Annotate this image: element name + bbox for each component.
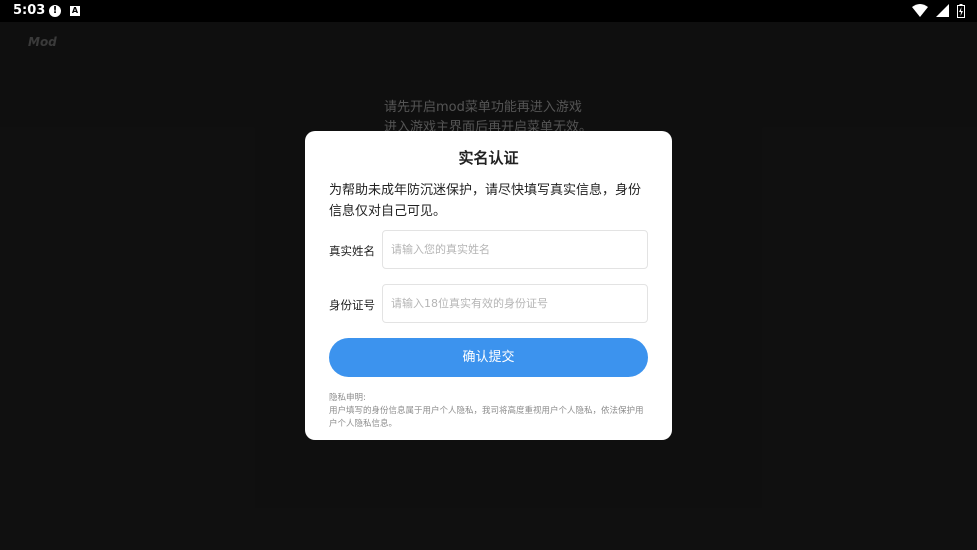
real-name-dialog: 实名认证 为帮助未成年防沉迷保护，请尽快填写真实信息，身份信息仅对自己可见。 真… (305, 131, 672, 440)
signal-icon (935, 4, 949, 17)
battery-icon (957, 4, 965, 18)
real-name-input[interactable] (382, 230, 648, 269)
name-field-label: 真实姓名 (329, 244, 375, 258)
alert-icon: ! (49, 5, 61, 17)
id-number-input[interactable] (382, 284, 648, 323)
id-field-label: 身份证号 (329, 298, 375, 312)
dialog-description: 为帮助未成年防沉迷保护，请尽快填写真实信息，身份信息仅对自己可见。 (329, 183, 642, 219)
privacy-notice: 隐私申明: 用户填写的身份信息属于用户个人隐私，我司将高度重视用户个人隐私，依法… (329, 392, 649, 431)
submit-button[interactable]: 确认提交 (329, 338, 648, 377)
status-bar: 5:03 ! A (0, 0, 977, 22)
a-icon: A (70, 6, 80, 16)
dialog-title: 实名认证 (458, 149, 519, 167)
status-time: 5:03 (13, 3, 46, 18)
status-icons (909, 4, 965, 18)
privacy-title: 隐私申明: (329, 393, 366, 403)
wifi-icon (911, 4, 928, 17)
privacy-text: 用户填写的身份信息属于用户个人隐私，我司将高度重视用户个人隐私，依法保护用户个人… (329, 406, 644, 429)
